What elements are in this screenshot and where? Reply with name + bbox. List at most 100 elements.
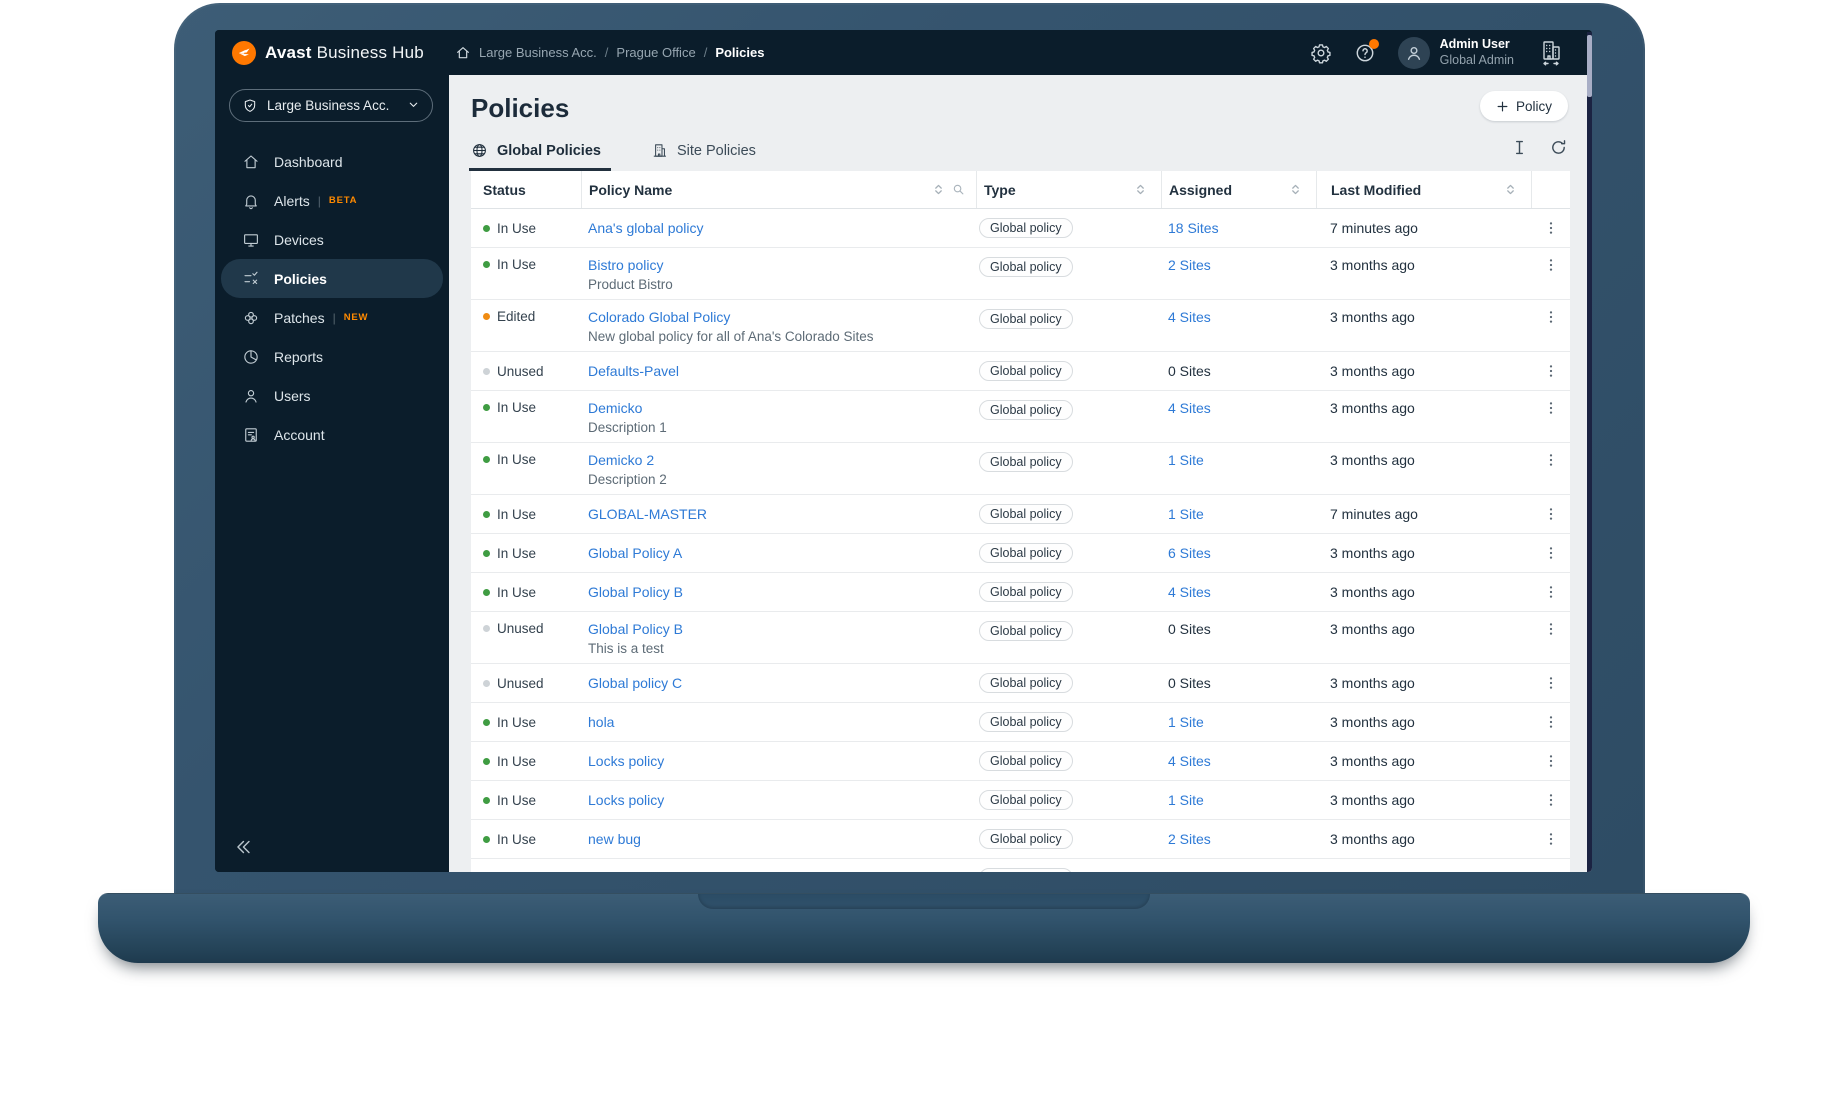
assigned-sites-link[interactable]: 1 Site bbox=[1168, 452, 1204, 468]
column-header-status[interactable]: Status bbox=[471, 171, 581, 208]
table-row[interactable]: In Use Demicko Description 1 Global poli… bbox=[471, 391, 1570, 443]
row-actions-kebab-icon[interactable] bbox=[1531, 300, 1570, 325]
app-logo[interactable]: Avast Business Hub bbox=[215, 40, 449, 65]
policy-name-link[interactable]: Global Policy A bbox=[588, 545, 682, 561]
assigned-sites-link[interactable]: 6 Sites bbox=[1168, 545, 1211, 561]
sidebar-item-account[interactable]: Account bbox=[221, 415, 443, 454]
table-row[interactable]: In Use Locks policy Global policy 1 Site… bbox=[471, 781, 1570, 820]
policy-name-link[interactable]: Defaults-Pavel bbox=[588, 363, 679, 379]
status-dot-icon bbox=[483, 835, 490, 843]
row-actions-kebab-icon[interactable] bbox=[1531, 443, 1570, 468]
text-cursor-icon[interactable] bbox=[1510, 138, 1529, 157]
row-actions-kebab-icon[interactable] bbox=[1531, 831, 1570, 847]
column-header-assigned[interactable]: Assigned bbox=[1161, 171, 1316, 208]
row-actions-kebab-icon[interactable] bbox=[1531, 714, 1570, 730]
row-actions-kebab-icon[interactable] bbox=[1531, 675, 1570, 691]
table-row[interactable]: In Use Locks policy Global policy 4 Site… bbox=[471, 742, 1570, 781]
assigned-sites-link[interactable]: 1 Site bbox=[1168, 506, 1204, 522]
table-row[interactable]: In Use Ana's global policy Global policy… bbox=[471, 209, 1570, 248]
policy-name-link[interactable]: Bistro policy bbox=[588, 257, 663, 273]
sidebar-item-patches[interactable]: Patches | NEW bbox=[221, 298, 443, 337]
assigned-sites-link[interactable]: 5 Sites bbox=[1168, 870, 1211, 872]
policy-name-link[interactable]: Global policy C bbox=[588, 675, 682, 691]
sort-icon[interactable] bbox=[932, 183, 945, 196]
table-row[interactable]: In Use new bug Global policy 2 Sites 3 m… bbox=[471, 820, 1570, 859]
assigned-sites-link[interactable]: 4 Sites bbox=[1168, 584, 1211, 600]
column-header-last-modified[interactable]: Last Modified bbox=[1316, 171, 1531, 208]
sidebar-item-dashboard[interactable]: Dashboard bbox=[221, 142, 443, 181]
table-row[interactable]: In Use Global Policy B Global policy 4 S… bbox=[471, 573, 1570, 612]
row-actions-kebab-icon[interactable] bbox=[1531, 870, 1570, 872]
sidebar-item-alerts[interactable]: Alerts | BETA bbox=[221, 181, 443, 220]
assigned-sites-link[interactable]: 1 Site bbox=[1168, 792, 1204, 808]
sidebar-item-policies[interactable]: Policies bbox=[221, 259, 443, 298]
table-row[interactable]: In Use GLOBAL-MASTER Global policy 1 Sit… bbox=[471, 495, 1570, 534]
search-icon[interactable] bbox=[951, 182, 966, 197]
assigned-sites-link[interactable]: 18 Sites bbox=[1168, 220, 1219, 236]
table-row[interactable]: Unused Global policy C Global policy 0 S… bbox=[471, 664, 1570, 703]
assigned-sites-link[interactable]: 1 Site bbox=[1168, 714, 1204, 730]
user-menu[interactable]: Admin User Global Admin bbox=[1397, 36, 1514, 69]
breadcrumb-account[interactable]: Large Business Acc. bbox=[479, 45, 597, 60]
account-selector[interactable]: Large Business Acc. bbox=[229, 89, 433, 122]
scrollbar-thumb[interactable] bbox=[1587, 35, 1592, 97]
assigned-sites-link[interactable]: 4 Sites bbox=[1168, 753, 1211, 769]
table-row[interactable]: In Use Bistro policy Product Bistro Glob… bbox=[471, 248, 1570, 300]
sort-icon[interactable] bbox=[1134, 183, 1147, 196]
table-row[interactable]: In Use Global Policy A Global policy 6 S… bbox=[471, 534, 1570, 573]
policy-name-link[interactable]: Demicko 2 bbox=[588, 452, 654, 468]
row-actions-kebab-icon[interactable] bbox=[1531, 792, 1570, 808]
sidebar-item-reports[interactable]: Reports bbox=[221, 337, 443, 376]
sidebar-collapse-icon[interactable] bbox=[232, 836, 254, 858]
table-row[interactable]: Unused Global Policy B This is a test Gl… bbox=[471, 612, 1570, 664]
policy-name-link[interactable]: new bug bbox=[588, 831, 641, 847]
table-row[interactable]: In Use hola Global policy 1 Site 3 month… bbox=[471, 703, 1570, 742]
row-actions-kebab-icon[interactable] bbox=[1531, 584, 1570, 600]
sidebar-item-users[interactable]: Users bbox=[221, 376, 443, 415]
row-actions-kebab-icon[interactable] bbox=[1531, 506, 1570, 522]
policy-name-link[interactable]: Locks policy bbox=[588, 753, 664, 769]
sidebar-item-devices[interactable]: Devices bbox=[221, 220, 443, 259]
assigned-sites-link[interactable]: 4 Sites bbox=[1168, 309, 1211, 325]
column-header-type[interactable]: Type bbox=[976, 171, 1161, 208]
policy-name-link[interactable]: Global Policy B bbox=[588, 621, 683, 637]
policy-name-link[interactable]: Ana's global policy bbox=[588, 220, 704, 236]
policy-name-link[interactable]: New global defaults bbox=[588, 870, 710, 872]
column-header-policy-name[interactable]: Policy Name bbox=[581, 171, 976, 208]
policy-name-link[interactable]: GLOBAL-MASTER bbox=[588, 506, 707, 522]
row-actions-kebab-icon[interactable] bbox=[1531, 391, 1570, 416]
scrollbar-track[interactable] bbox=[1587, 32, 1592, 872]
row-actions-kebab-icon[interactable] bbox=[1531, 612, 1570, 637]
policy-name-link[interactable]: hola bbox=[588, 714, 614, 730]
refresh-icon[interactable] bbox=[1549, 138, 1568, 157]
tab-site-policies[interactable]: Site Policies bbox=[651, 142, 756, 171]
console-switcher-icon[interactable] bbox=[1536, 38, 1566, 68]
assigned-sites-link[interactable]: 4 Sites bbox=[1168, 400, 1211, 416]
row-actions-kebab-icon[interactable] bbox=[1531, 363, 1570, 379]
policy-name-link[interactable]: Colorado Global Policy bbox=[588, 309, 730, 325]
row-actions-kebab-icon[interactable] bbox=[1531, 753, 1570, 769]
table-row[interactable]: Edited Colorado Global Policy New global… bbox=[471, 300, 1570, 352]
assigned-sites-link[interactable]: 2 Sites bbox=[1168, 831, 1211, 847]
breadcrumb-site[interactable]: Prague Office bbox=[616, 45, 695, 60]
help-icon[interactable] bbox=[1354, 38, 1379, 64]
last-modified-value: 3 months ago bbox=[1330, 675, 1415, 691]
row-assigned: 2 Sites bbox=[1161, 248, 1316, 273]
sort-icon[interactable] bbox=[1289, 183, 1302, 196]
row-actions-kebab-icon[interactable] bbox=[1531, 545, 1570, 561]
table-row[interactable]: Unused Defaults-Pavel Global policy 0 Si… bbox=[471, 352, 1570, 391]
policy-name-link[interactable]: Global Policy B bbox=[588, 584, 683, 600]
row-actions-kebab-icon[interactable] bbox=[1531, 248, 1570, 273]
assigned-sites-link[interactable]: 2 Sites bbox=[1168, 257, 1211, 273]
policy-name-link[interactable]: Locks policy bbox=[588, 792, 664, 808]
sort-icon[interactable] bbox=[1504, 183, 1517, 196]
table-row[interactable]: In Use Demicko 2 Description 2 Global po… bbox=[471, 443, 1570, 495]
table-row[interactable]: In Use New global defaults Global policy… bbox=[471, 859, 1570, 872]
policy-name-link[interactable]: Demicko bbox=[588, 400, 642, 416]
settings-gear-icon[interactable] bbox=[1310, 42, 1332, 64]
breadcrumb-home-icon[interactable] bbox=[455, 45, 471, 61]
tab-global-policies[interactable]: Global Policies bbox=[469, 142, 611, 171]
status-label: In Use bbox=[497, 257, 537, 272]
add-policy-button[interactable]: Policy bbox=[1479, 91, 1568, 121]
row-actions-kebab-icon[interactable] bbox=[1531, 220, 1570, 236]
